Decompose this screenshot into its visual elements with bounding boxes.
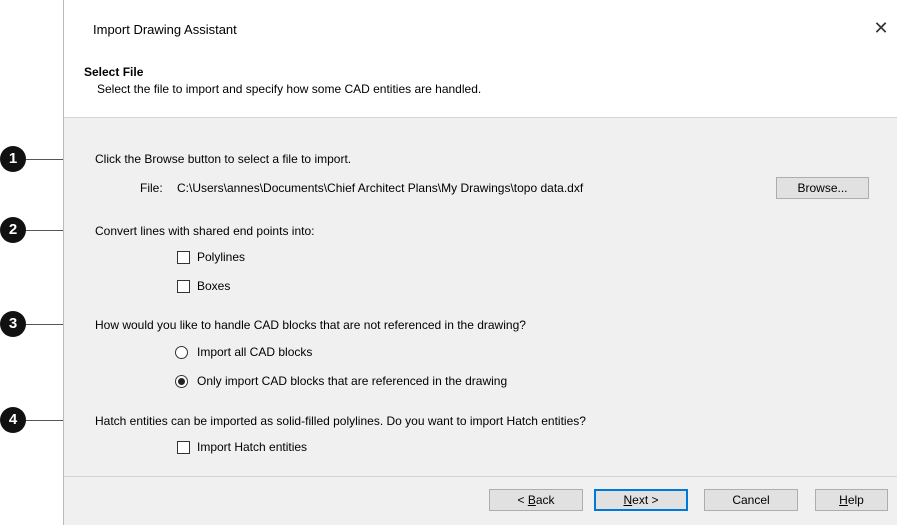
callout-4: 4: [0, 407, 26, 433]
page-title: Select File: [84, 65, 144, 79]
import-drawing-dialog: Import Drawing Assistant ✕ Select File S…: [63, 0, 897, 525]
import-hatch-label[interactable]: Import Hatch entities: [197, 440, 307, 454]
lines-instruction: Convert lines with shared end points int…: [95, 224, 315, 238]
next-mnemonic: N: [623, 493, 633, 507]
hatch-instruction: Hatch entities can be imported as solid-…: [95, 414, 586, 428]
callout-1: 1: [0, 146, 26, 172]
page-header: Select File Select the file to import an…: [64, 60, 897, 118]
back-mnemonic: B: [527, 493, 536, 507]
import-all-blocks-label[interactable]: Import all CAD blocks: [197, 345, 312, 359]
file-instruction: Click the Browse button to select a file…: [95, 152, 352, 166]
help-mnemonic: H: [839, 493, 848, 507]
back-rest: ack: [535, 493, 555, 507]
file-label: File:: [140, 181, 163, 195]
dialog-title: Import Drawing Assistant: [93, 22, 237, 37]
import-hatch-checkbox[interactable]: [177, 441, 190, 454]
polylines-checkbox[interactable]: [177, 251, 190, 264]
boxes-checkbox[interactable]: [177, 280, 190, 293]
help-button[interactable]: Help: [815, 489, 888, 511]
boxes-label[interactable]: Boxes: [197, 279, 230, 293]
back-button[interactable]: < Back: [489, 489, 583, 511]
help-rest: elp: [847, 493, 864, 507]
browse-button[interactable]: Browse...: [776, 177, 869, 199]
blocks-instruction: How would you like to handle CAD blocks …: [95, 318, 526, 332]
file-path: C:\Users\annes\Documents\Chief Architect…: [177, 181, 584, 195]
import-all-blocks-radio[interactable]: [175, 346, 188, 359]
title-bar: Import Drawing Assistant ✕: [64, 0, 897, 60]
next-button[interactable]: Next >: [594, 489, 688, 511]
only-referenced-blocks-radio[interactable]: [175, 375, 188, 388]
footer-divider: [64, 476, 897, 477]
back-prefix: <: [517, 493, 528, 507]
polylines-label[interactable]: Polylines: [197, 250, 245, 264]
cancel-button[interactable]: Cancel: [704, 489, 798, 511]
close-icon[interactable]: ✕: [871, 18, 891, 38]
next-rest: ext >: [632, 493, 659, 507]
callout-2: 2: [0, 217, 26, 243]
callout-3: 3: [0, 311, 26, 337]
page-subtitle: Select the file to import and specify ho…: [97, 82, 482, 96]
only-referenced-blocks-label[interactable]: Only import CAD blocks that are referenc…: [197, 374, 507, 388]
